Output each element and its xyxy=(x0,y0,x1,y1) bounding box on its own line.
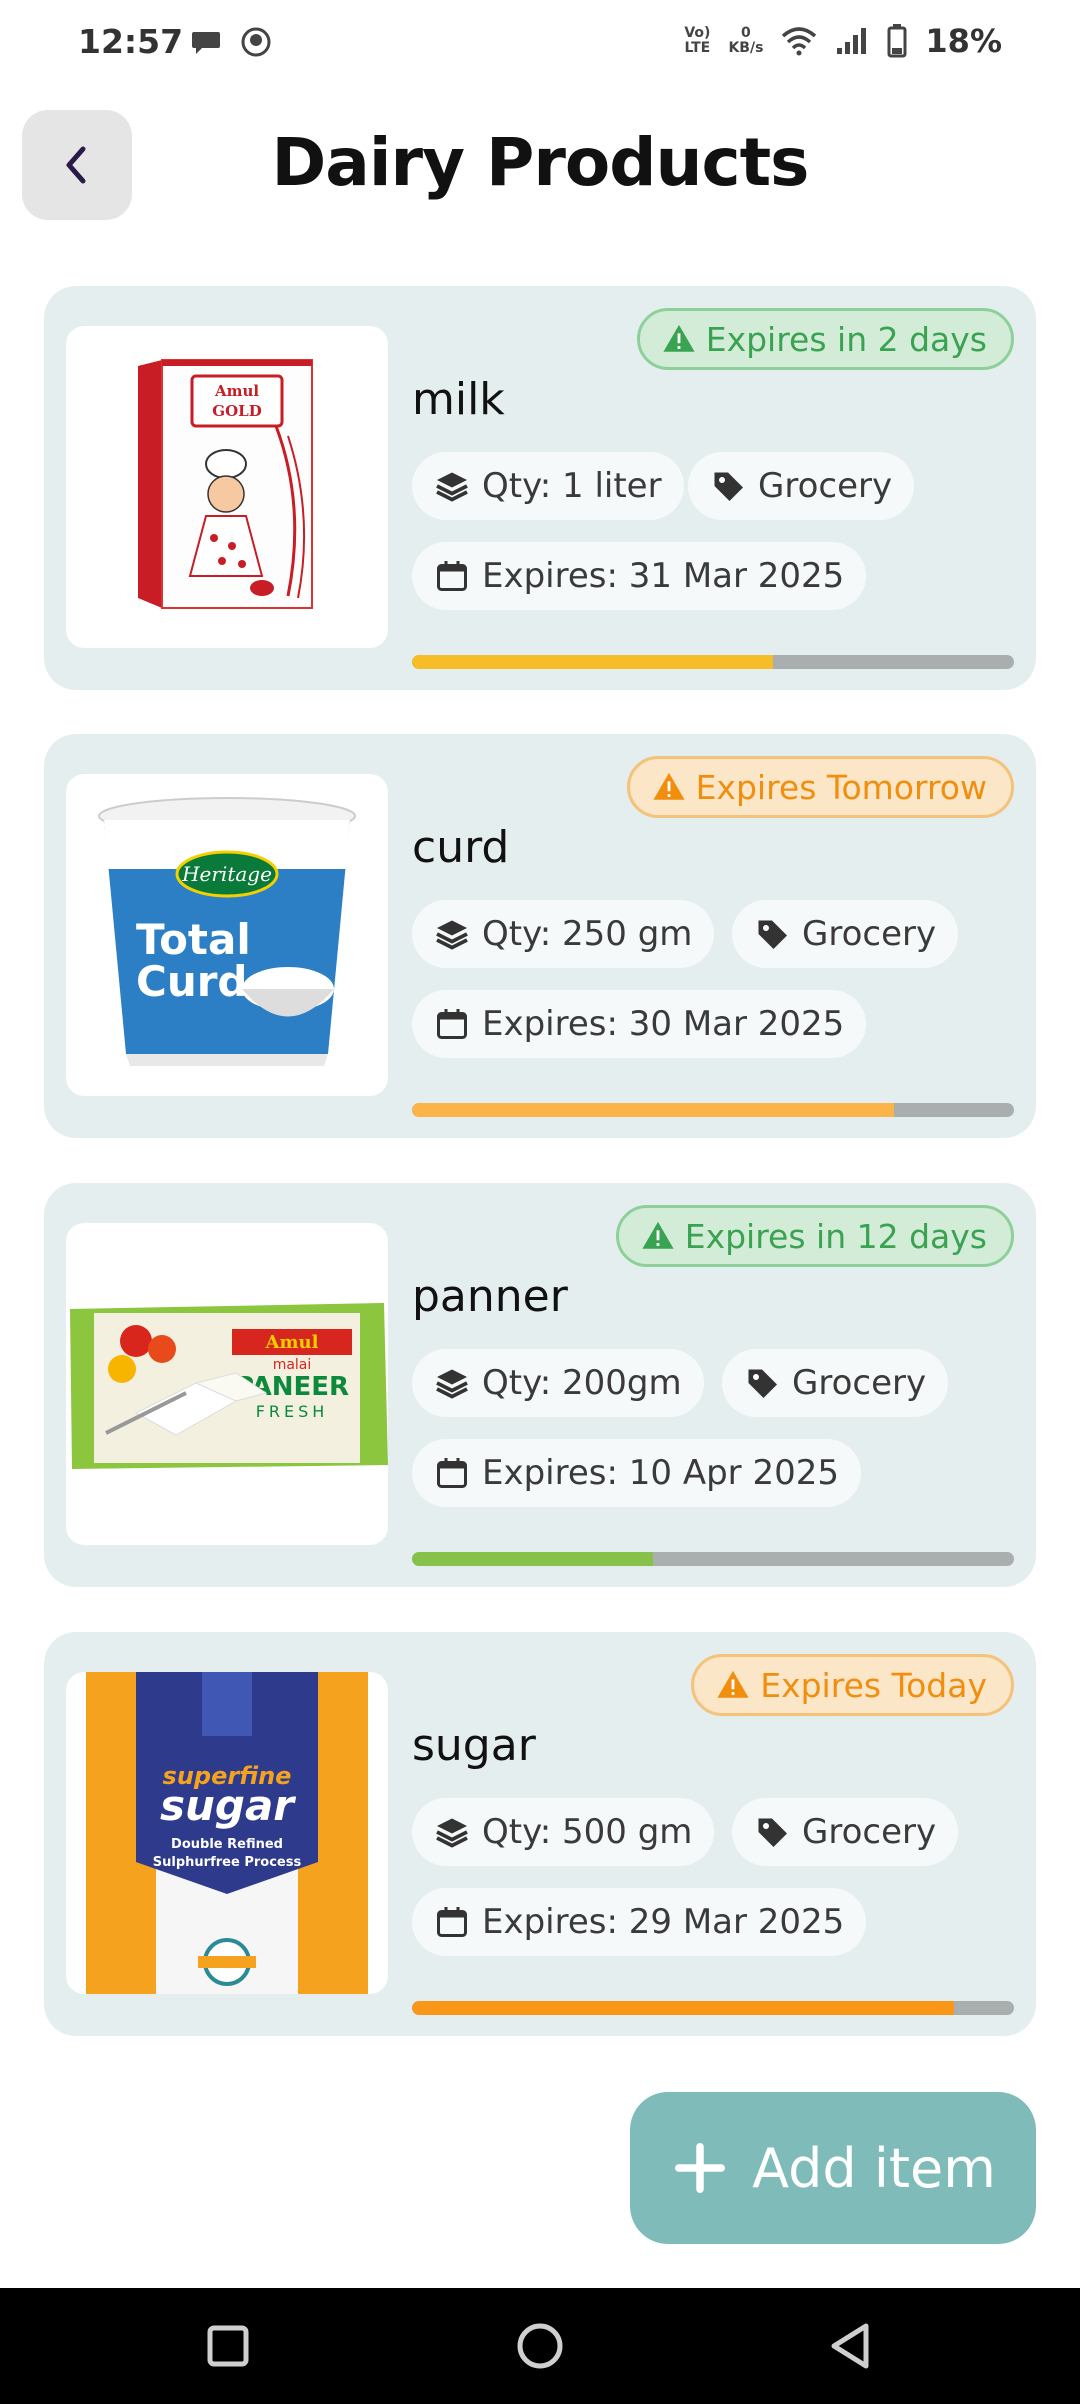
category-chip: Grocery xyxy=(722,1349,949,1417)
status-time: 12:57 xyxy=(78,22,184,61)
layers-icon xyxy=(436,920,468,950)
chat-notification-icon xyxy=(192,32,220,54)
quantity-chip: Qty: 200gm xyxy=(412,1349,704,1417)
expiry-badge: Expires in 2 days xyxy=(636,308,1014,370)
warning-icon xyxy=(652,772,685,800)
tag-icon xyxy=(758,920,787,949)
tag-icon xyxy=(714,472,743,501)
category-chip: Grocery xyxy=(688,452,915,520)
product-name: sugar xyxy=(412,1720,536,1771)
category-chip: Grocery xyxy=(732,1798,959,1866)
warning-icon xyxy=(717,1670,749,1698)
battery-percent: 18% xyxy=(925,22,1002,60)
expiry-badge: Expires Tomorrow xyxy=(626,756,1014,818)
calendar-icon xyxy=(437,561,467,591)
expiry-date-chip: Expires: 10 Apr 2025 xyxy=(412,1439,861,1507)
add-item-button[interactable]: Add item xyxy=(630,2092,1036,2244)
svg-text:sugar: sugar xyxy=(160,1781,296,1830)
product-name: curd xyxy=(412,822,510,873)
layers-icon xyxy=(436,1818,468,1848)
freshness-progress-fill xyxy=(412,1103,894,1117)
warning-icon xyxy=(663,324,695,352)
freshness-progress-fill xyxy=(412,1552,653,1566)
product-card-sugar[interactable]: superfine sugar Double Refined Sulphurfr… xyxy=(44,1632,1036,2036)
tag-icon xyxy=(748,1369,777,1398)
freshness-progress-bar xyxy=(412,1552,1014,1566)
freshness-progress-bar xyxy=(412,2001,1014,2015)
svg-text:FRESH: FRESH xyxy=(256,1402,329,1421)
product-name: panner xyxy=(412,1271,568,1322)
product-name: milk xyxy=(412,374,505,425)
status-right: Vo) LTE 0 KB/s 18% xyxy=(684,22,1002,60)
product-image-panner: Amul malai PANEER FRESH xyxy=(66,1223,388,1545)
calendar-icon xyxy=(437,1458,467,1488)
layers-icon xyxy=(436,472,468,502)
expiry-badge: Expires Today xyxy=(691,1654,1014,1716)
svg-text:Amul: Amul xyxy=(214,382,259,400)
system-navigation-bar xyxy=(0,2288,1080,2404)
signal-icon xyxy=(837,28,867,54)
battery-icon xyxy=(887,24,907,58)
svg-text:Sulphurfree Process: Sulphurfree Process xyxy=(153,1855,302,1870)
expiry-date-chip: Expires: 30 Mar 2025 xyxy=(412,990,867,1058)
calendar-icon xyxy=(437,1907,467,1937)
freshness-progress-fill xyxy=(412,2001,954,2015)
category-chip: Grocery xyxy=(732,900,959,968)
expiry-date-chip: Expires: 31 Mar 2025 xyxy=(412,542,867,610)
volte-indicator: Vo) LTE xyxy=(684,25,711,56)
product-image-curd: Heritage Total Curd xyxy=(66,774,388,1096)
square-icon[interactable] xyxy=(192,2310,264,2382)
freshness-progress-bar xyxy=(412,655,1014,669)
network-speed: 0 KB/s xyxy=(728,25,764,56)
wifi-icon xyxy=(782,27,817,56)
expiry-date-chip: Expires: 29 Mar 2025 xyxy=(412,1888,867,1956)
tag-icon xyxy=(758,1818,787,1847)
triangle-back-icon[interactable] xyxy=(814,2310,886,2382)
expiry-badge: Expires in 12 days xyxy=(615,1205,1014,1267)
freshness-progress-bar xyxy=(412,1103,1014,1117)
app-notification-icon xyxy=(241,27,271,57)
svg-text:GOLD: GOLD xyxy=(212,402,261,420)
product-card-curd[interactable]: Heritage Total Curd Expires Tomorrow cur… xyxy=(44,734,1036,1138)
layers-icon xyxy=(436,1369,468,1399)
svg-text:Heritage: Heritage xyxy=(181,862,272,886)
product-image-milk: Amul GOLD xyxy=(66,326,388,648)
svg-text:Curd: Curd xyxy=(136,957,248,1006)
plus-icon xyxy=(675,2143,726,2193)
quantity-chip: Qty: 1 liter xyxy=(412,452,684,520)
product-image-sugar: superfine sugar Double Refined Sulphurfr… xyxy=(66,1672,388,1994)
status-bar: 12:57 Vo) LTE 0 KB/s 18% xyxy=(0,0,1080,90)
circle-icon[interactable] xyxy=(504,2310,576,2382)
product-card-panner[interactable]: Amul malai PANEER FRESH Expires in 12 da… xyxy=(44,1183,1036,1587)
product-card-milk[interactable]: Amul GOLD Expires in 2 days milk Qty: 1 … xyxy=(44,286,1036,690)
calendar-icon xyxy=(437,1009,467,1039)
warning-icon xyxy=(642,1221,674,1249)
quantity-chip: Qty: 250 gm xyxy=(412,900,715,968)
quantity-chip: Qty: 500 gm xyxy=(412,1798,715,1866)
svg-text:Double Refined: Double Refined xyxy=(171,1837,283,1852)
svg-text:malai: malai xyxy=(273,1357,312,1373)
page-title: Dairy Products xyxy=(271,124,810,201)
svg-text:Amul: Amul xyxy=(265,1332,319,1353)
freshness-progress-fill xyxy=(412,655,774,669)
